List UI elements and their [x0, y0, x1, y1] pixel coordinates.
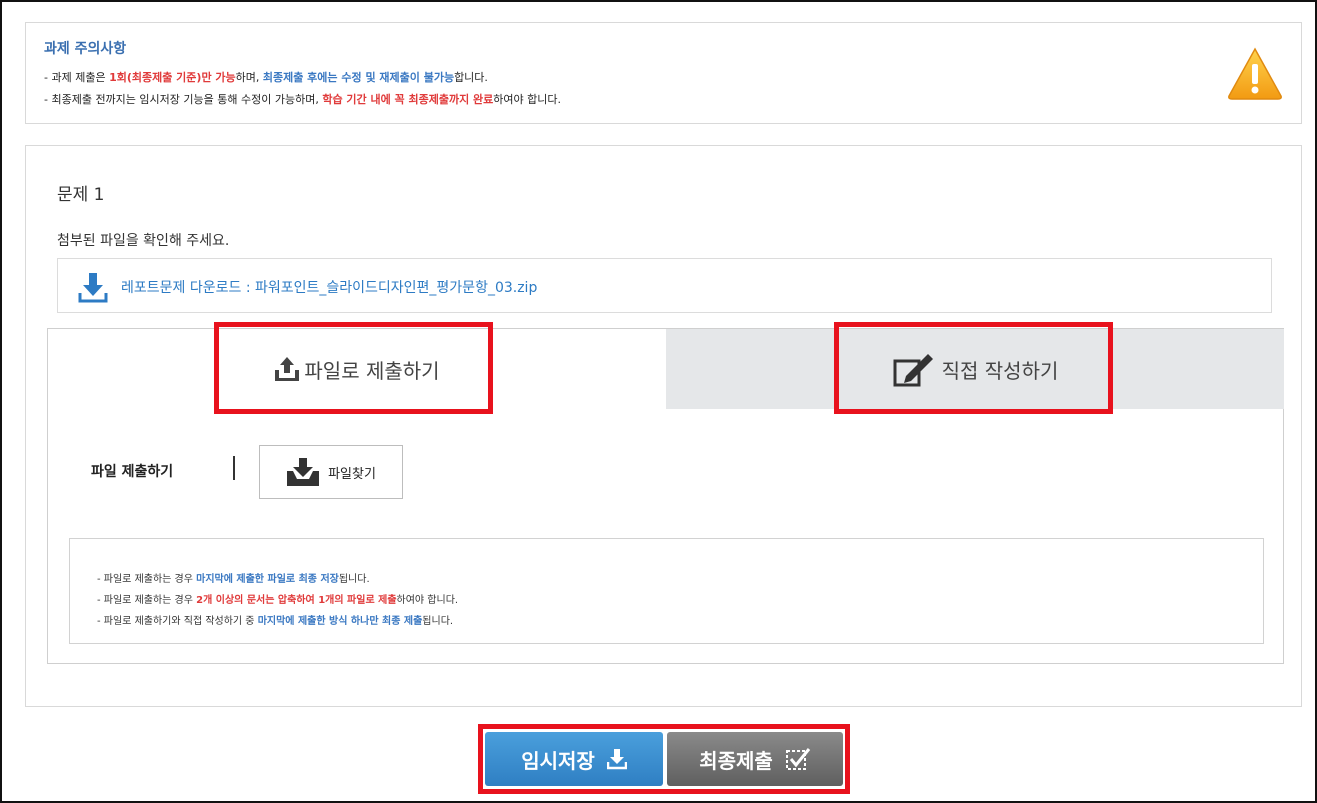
- notice-line-1: - 과제 제출은 1회(최종제출 기준)만 가능하며, 최종제출 후에는 수정 …: [44, 71, 488, 84]
- final-submit-label: 최종제출: [699, 748, 773, 773]
- tab-direct-write[interactable]: 직접 작성하기: [666, 329, 1284, 409]
- question-title: 문제 1: [57, 185, 105, 205]
- final-submit-button[interactable]: 최종제출: [667, 732, 843, 786]
- download-box: 레포트문제 다운로드 : 파워포인트_슬라이드디자인편_평가문항_03.zip: [57, 258, 1272, 313]
- save-draft-label: 임시저장: [521, 748, 595, 773]
- edit-icon: [893, 354, 933, 387]
- tab-direct-label: 직접 작성하기: [941, 358, 1059, 383]
- save-draft-button[interactable]: 임시저장: [485, 732, 663, 786]
- info-line-2: - 파일로 제출하는 경우 2개 이상의 문서는 압축하여 1개의 파일로 제출…: [97, 595, 459, 606]
- notice-box: 과제 주의사항 - 과제 제출은 1회(최종제출 기준)만 가능하며, 최종제출…: [25, 22, 1302, 124]
- tab-file-submit[interactable]: 파일로 제출하기: [48, 329, 666, 409]
- file-submit-label: 파일 제출하기: [91, 464, 174, 480]
- checkbox-check-icon: [785, 748, 810, 770]
- download-link[interactable]: 레포트문제 다운로드 : 파워포인트_슬라이드디자인편_평가문항_03.zip: [121, 277, 537, 297]
- inbox-download-icon: [287, 458, 320, 486]
- tab-file-label: 파일로 제출하기: [304, 358, 440, 383]
- info-line-3: - 파일로 제출하기와 직접 작성하기 중 마지막에 제출한 방식 하나만 최종…: [97, 616, 454, 627]
- question-panel: 문제 1 첨부된 파일을 확인해 주세요. 레포트문제 다운로드 : 파워포인트…: [25, 145, 1302, 707]
- download-icon: [606, 749, 627, 770]
- warning-icon: [1228, 47, 1282, 100]
- question-description: 첨부된 파일을 확인해 주세요.: [57, 233, 230, 249]
- submission-tabs: 파일로 제출하기 직접 작성하기 파일 제출하기 파일찾기 - 파일로 제출하는…: [47, 328, 1284, 664]
- info-line-1: - 파일로 제출하는 경우 마지막에 제출한 파일로 최종 저장됩니다.: [97, 574, 370, 585]
- notice-line-2: - 최종제출 전까지는 임시저장 기능을 통해 수정이 가능하며, 학습 기간 …: [44, 93, 561, 106]
- file-browse-label: 파일찾기: [328, 466, 376, 482]
- divider: [233, 456, 235, 480]
- file-browse-button[interactable]: 파일찾기: [259, 445, 403, 499]
- assignment-frame: 과제 주의사항 - 과제 제출은 1회(최종제출 기준)만 가능하며, 최종제출…: [0, 0, 1317, 803]
- info-box: - 파일로 제출하는 경우 마지막에 제출한 파일로 최종 저장됩니다. - 파…: [69, 538, 1264, 644]
- download-icon[interactable]: [78, 271, 108, 303]
- upload-icon: [275, 357, 300, 381]
- notice-title: 과제 주의사항: [44, 41, 127, 57]
